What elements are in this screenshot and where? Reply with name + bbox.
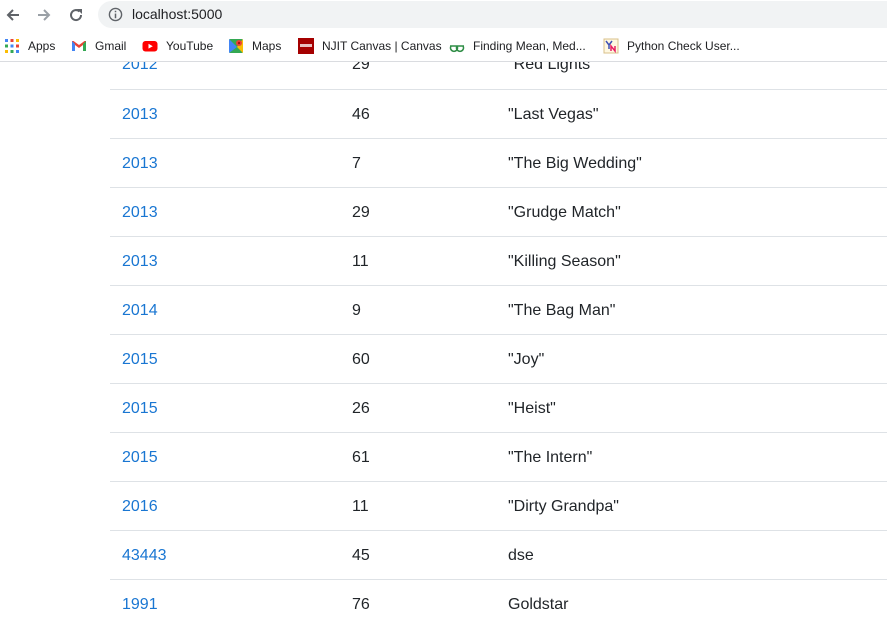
year-link[interactable]: 2013 — [122, 155, 158, 173]
count-cell: 76 — [352, 596, 370, 613]
count-cell: 45 — [352, 547, 370, 564]
data-table: 2012 29 "Red Lights" 2013 46 "Last Vegas" 2013… — [110, 62, 887, 628]
maps-icon — [228, 38, 244, 54]
browser-toolbar: localhost:5000 — [0, 0, 887, 30]
year-link[interactable]: 2015 — [122, 400, 158, 418]
python-doc-icon — [603, 38, 619, 54]
year-link[interactable]: 2012 — [122, 62, 158, 74]
table-row: 2013 46 "Last Vegas" — [110, 89, 887, 138]
bookmark-label: Maps — [252, 39, 282, 53]
year-link[interactable]: 2013 — [122, 253, 158, 271]
table-row: 2016 11 "Dirty Grandpa" — [110, 481, 887, 530]
address-bar[interactable]: localhost:5000 — [98, 1, 887, 28]
bookmark-python-check[interactable]: Python Check User... — [603, 37, 740, 55]
count-cell: 7 — [352, 155, 361, 172]
table-row: 2012 29 "Red Lights" — [110, 62, 887, 89]
year-link[interactable]: 2013 — [122, 204, 158, 222]
table-row: 43443 45 dse — [110, 530, 887, 579]
bookmark-label: Apps — [28, 39, 56, 53]
year-link[interactable]: 2013 — [122, 106, 158, 124]
count-cell: 26 — [352, 400, 370, 417]
title-cell: "Red Lights" — [508, 62, 596, 73]
title-cell: Goldstar — [508, 596, 569, 613]
count-cell: 11 — [352, 498, 369, 515]
bookmark-apps[interactable]: Apps — [4, 37, 55, 55]
bookmark-njit-canvas[interactable]: NJIT Canvas | Canvas — [298, 37, 442, 55]
table-row: 1991 76 Goldstar — [110, 579, 887, 628]
title-cell: "Dirty Grandpa" — [508, 498, 619, 515]
bookmark-gmail[interactable]: Gmail — [71, 37, 126, 55]
title-cell: "Joy" — [508, 351, 545, 368]
title-cell: "The Intern" — [508, 449, 593, 466]
table-row: 2013 11 "Killing Season" — [110, 236, 887, 285]
address-url[interactable]: localhost:5000 — [132, 7, 222, 22]
table-row: 2013 29 "Grudge Match" — [110, 187, 887, 236]
year-link[interactable]: 2016 — [122, 498, 158, 516]
table-row: 2014 9 "The Bag Man" — [110, 285, 887, 334]
info-icon[interactable] — [108, 7, 123, 22]
apps-grid-icon — [4, 38, 20, 54]
table-row: 2013 7 "The Big Wedding" — [110, 138, 887, 187]
title-cell: "Grudge Match" — [508, 204, 621, 221]
year-link[interactable]: 2014 — [122, 302, 158, 320]
bookmark-label: Finding Mean, Med... — [473, 39, 586, 53]
year-link[interactable]: 2015 — [122, 449, 158, 467]
njit-icon — [298, 38, 314, 54]
count-cell: 46 — [352, 106, 370, 123]
table-row: 2015 60 "Joy" — [110, 334, 887, 383]
forward-button[interactable] — [33, 4, 55, 26]
gmail-icon — [71, 38, 87, 54]
title-cell: dse — [508, 547, 534, 564]
bookmark-label: NJIT Canvas | Canvas — [322, 39, 442, 53]
bookmark-label: Gmail — [95, 39, 127, 53]
count-cell: 9 — [352, 302, 361, 319]
count-cell: 29 — [352, 62, 370, 73]
forward-arrow-icon — [38, 9, 51, 21]
reload-button[interactable] — [65, 4, 87, 26]
back-button[interactable] — [2, 4, 24, 26]
year-link[interactable]: 43443 — [122, 547, 167, 565]
title-cell: "Last Vegas" — [508, 106, 599, 123]
count-cell: 60 — [352, 351, 370, 368]
year-link[interactable]: 2015 — [122, 351, 158, 369]
bookmark-label: Python Check User... — [627, 39, 740, 53]
count-cell: 61 — [352, 449, 370, 466]
title-cell: "Killing Season" — [508, 253, 621, 270]
back-arrow-icon — [6, 9, 19, 21]
bookmark-youtube[interactable]: YouTube — [142, 37, 213, 55]
title-cell: "The Big Wedding" — [508, 155, 642, 172]
bookmarks-bar: Apps Gmail YouTube Maps NJIT Canvas | Ca… — [0, 30, 887, 62]
title-cell: "The Bag Man" — [508, 302, 616, 319]
bookmark-label: YouTube — [166, 39, 214, 53]
title-cell: "Heist" — [508, 400, 556, 417]
youtube-icon — [142, 38, 158, 54]
bookmark-finding-mean[interactable]: Finding Mean, Med... — [449, 37, 586, 55]
count-cell: 11 — [352, 253, 369, 270]
page-viewport[interactable]: 2012 29 "Red Lights" 2013 46 "Last Vegas" 2013… — [0, 62, 887, 643]
table-row: 2015 26 "Heist" — [110, 383, 887, 432]
geeksforgeeks-icon — [449, 38, 465, 54]
count-cell: 29 — [352, 204, 370, 221]
table-row: 2015 61 "The Intern" — [110, 432, 887, 481]
reload-icon — [70, 9, 83, 22]
bookmark-maps[interactable]: Maps — [228, 37, 281, 55]
year-link[interactable]: 1991 — [122, 596, 158, 614]
